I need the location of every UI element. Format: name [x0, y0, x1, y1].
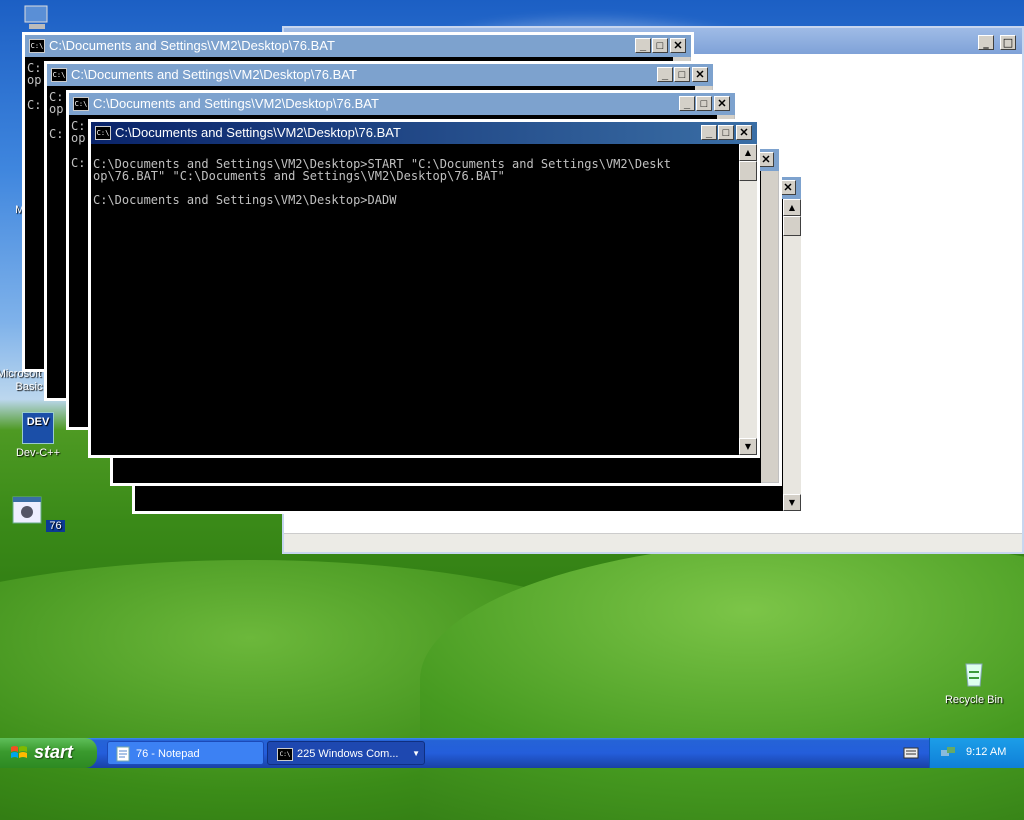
computer-icon — [24, 5, 48, 29]
console-1-titlebar[interactable]: C:\ C:\Documents and Settings\VM2\Deskto… — [25, 35, 691, 57]
active-console-titlebar[interactable]: C:\ C:\Documents and Settings\VM2\Deskto… — [91, 122, 757, 144]
console-1-app-icon: C:\ — [29, 39, 45, 53]
console-2-text-3: C: — [49, 127, 64, 141]
console-3-titlebar[interactable]: C:\ C:\Documents and Settings\VM2\Deskto… — [69, 93, 735, 115]
console-2-maximize-button[interactable]: □ — [674, 67, 690, 82]
console-3-maximize-button[interactable]: □ — [696, 96, 712, 111]
console-3-text-3: C: — [71, 156, 86, 170]
console-1-text-2: op — [27, 73, 42, 87]
recycle-bin-label: Recycle Bin — [944, 694, 1004, 706]
active-console-title: C:\Documents and Settings\VM2\Desktop\76… — [115, 125, 401, 140]
notepad-hscrollbar[interactable] — [284, 533, 1022, 552]
console-5-close-button[interactable]: ✕ — [780, 180, 796, 195]
notepad-minimize-button[interactable]: _ — [978, 35, 994, 50]
network-tray-icon[interactable] — [940, 746, 956, 760]
console-3-minimize-button[interactable]: _ — [679, 96, 695, 111]
active-console-scroll-down[interactable]: ▼ — [739, 438, 757, 455]
taskbar-notepad[interactable]: 76 - Notepad — [107, 741, 264, 765]
taskbar-notepad-label: 76 - Notepad — [136, 748, 200, 760]
console-2-titlebar[interactable]: C:\ C:\Documents and Settings\VM2\Deskto… — [47, 64, 713, 86]
console-3-text-2: op — [71, 131, 86, 145]
console-1-close-button[interactable]: ✕ — [670, 38, 686, 53]
console-5-scroll-thumb[interactable] — [783, 216, 801, 236]
clock[interactable]: 9:12 AM — [966, 746, 1006, 758]
taskbar-console-label: 225 Windows Com... — [297, 748, 399, 760]
console-2-app-icon: C:\ — [51, 68, 67, 82]
batch-76-label: 76 — [46, 520, 65, 532]
console-1-maximize-button[interactable]: □ — [652, 38, 668, 53]
active-console-app-icon: C:\ — [95, 126, 111, 140]
batch-76-shortcut[interactable]: 76 — [3, 494, 73, 532]
console-2-text-2: op — [49, 102, 64, 116]
console-3-close-button[interactable]: ✕ — [714, 96, 730, 111]
console-1-title: C:\Documents and Settings\VM2\Desktop\76… — [49, 38, 335, 53]
console-5-scroll-up[interactable]: ▲ — [783, 199, 801, 216]
active-console-maximize-button[interactable]: □ — [718, 125, 734, 140]
taskbar: start 76 - Notepad C:\ 225 Windows Com..… — [0, 738, 1024, 768]
start-button[interactable]: start — [0, 738, 97, 768]
group-dropdown-icon[interactable]: ▼ — [412, 742, 420, 766]
console-line-3: C:\Documents and Settings\VM2\Desktop>DA… — [93, 193, 397, 207]
console-2-title: C:\Documents and Settings\VM2\Desktop\76… — [71, 67, 357, 82]
dev-cpp-icon: DEV — [22, 412, 54, 444]
windows-logo-icon — [11, 746, 27, 758]
console-1-text-3: C: — [27, 98, 42, 112]
start-label: start — [34, 742, 74, 762]
dev-cpp-icon-text: DEV — [26, 416, 50, 428]
console-window-active[interactable]: C:\ C:\Documents and Settings\VM2\Deskto… — [88, 119, 760, 458]
active-console-close-button[interactable]: ✕ — [736, 125, 752, 140]
console-5-scroll-down[interactable]: ▼ — [783, 494, 801, 511]
console-2-minimize-button[interactable]: _ — [657, 67, 673, 82]
console-3-title: C:\Documents and Settings\VM2\Desktop\76… — [93, 96, 379, 111]
dev-cpp-shortcut[interactable]: DEV Dev-C++ — [3, 412, 73, 459]
notepad-maximize-button[interactable]: □ — [1000, 35, 1016, 50]
active-console-minimize-button[interactable]: _ — [701, 125, 717, 140]
recycle-bin-icon — [965, 663, 983, 687]
recycle-bin-shortcut[interactable]: Recycle Bin — [939, 656, 1009, 706]
active-console-scrollbar[interactable]: ▲ ▼ — [739, 144, 757, 455]
system-tray: 9:12 AM — [929, 738, 1024, 768]
console-5-scrollbar[interactable]: ▲ ▼ — [783, 199, 801, 511]
console-3-app-icon: C:\ — [73, 97, 89, 111]
batch-file-icon — [12, 496, 42, 524]
dev-cpp-label: Dev-C++ — [15, 447, 61, 459]
console-group-icon: C:\ — [277, 748, 293, 761]
notepad-icon — [116, 746, 130, 762]
console-4-close-button[interactable]: ✕ — [758, 152, 774, 167]
console-1-minimize-button[interactable]: _ — [635, 38, 651, 53]
keyboard-icon[interactable] — [903, 746, 919, 760]
console-2-close-button[interactable]: ✕ — [692, 67, 708, 82]
console-line-2: op\76.BAT" "C:\Documents and Settings\VM… — [93, 169, 505, 183]
active-console-scroll-thumb[interactable] — [739, 161, 757, 181]
active-console-scroll-up[interactable]: ▲ — [739, 144, 757, 161]
active-console-output[interactable]: C:\Documents and Settings\VM2\Desktop>ST… — [91, 144, 739, 455]
taskbar-console-group[interactable]: C:\ 225 Windows Com... ▼ — [267, 741, 425, 765]
